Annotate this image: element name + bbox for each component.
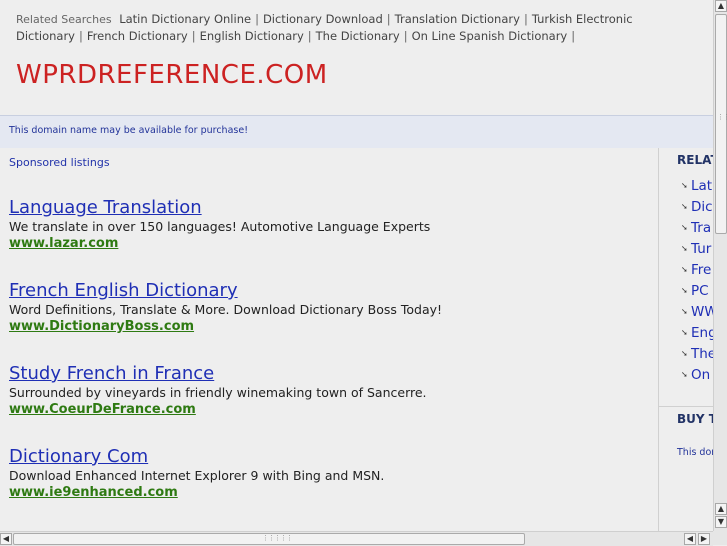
arrow-icon: ➘ — [681, 223, 688, 232]
sidebar-item[interactable]: ➘ Fre — [681, 262, 714, 283]
listing-title[interactable]: French English Dictionary — [9, 280, 649, 301]
arrow-icon: ➘ — [681, 286, 688, 295]
sidebar-list: ➘Lati ➘Dic ➘Tra ➘Tur ➘Fre ➘PC ➘WW ➘Eng ➘… — [681, 178, 714, 388]
sidebar-item[interactable]: ➘Eng — [681, 325, 714, 346]
vertical-scroll-thumb[interactable]: ⋮⋮ — [715, 14, 727, 234]
related-link-dictionary-download[interactable]: Dictionary Download — [263, 12, 383, 26]
sidebar-item[interactable]: ➘ PC — [681, 283, 714, 304]
listing-description: Surrounded by vineyards in friendly wine… — [9, 385, 427, 400]
sidebar-item-label: The — [691, 346, 714, 362]
listing: Study French in France Surrounded by vin… — [9, 363, 649, 417]
listing-url[interactable]: www.CoeurDeFrance.com — [9, 402, 649, 417]
listing-description: Download Enhanced Internet Explorer 9 wi… — [9, 468, 385, 483]
sidebar-item-label: Dic — [691, 199, 713, 215]
arrow-icon: ➘ — [681, 244, 688, 253]
sidebar-item-label: Fre — [691, 262, 712, 278]
listing-url[interactable]: www.ie9enhanced.com — [9, 485, 649, 500]
arrow-icon: ➘ — [681, 307, 688, 316]
related-link-translation-dictionary[interactable]: Translation Dictionary — [395, 12, 520, 26]
arrow-icon: ➘ — [681, 370, 688, 379]
listing: Language Translation We translate in ove… — [9, 197, 649, 251]
separator: | — [523, 12, 528, 26]
vertical-scrollbar[interactable]: ▲ ⋮⋮ ▲ ▼ — [713, 0, 727, 531]
sidebar-divider — [659, 406, 714, 407]
arrow-icon: ➘ — [681, 328, 688, 337]
related-link-latin-dictionary-online[interactable]: Latin Dictionary Online — [119, 12, 251, 26]
separator: | — [191, 29, 196, 43]
sidebar-item-label: PC — [691, 283, 709, 299]
arrow-icon: ➘ — [681, 202, 688, 211]
sidebar-item[interactable]: ➘ Lati — [681, 178, 714, 199]
scroll-left-icon[interactable]: ◀ — [684, 533, 696, 545]
domain-notice-text[interactable]: This domain name may be available for pu… — [9, 125, 248, 136]
buy-heading: BUY T — [677, 412, 714, 426]
separator: | — [386, 12, 391, 26]
separator: | — [255, 12, 259, 26]
separator: | — [307, 29, 312, 43]
horizontal-scroll-thumb[interactable]: ⋮⋮⋮⋮⋮ — [13, 533, 525, 545]
scroll-left-icon[interactable]: ◀ — [0, 533, 12, 545]
grip-icon: ⋮⋮⋮⋮⋮ — [262, 534, 293, 542]
listing-title[interactable]: Dictionary Com — [9, 446, 649, 467]
related-link-the-dictionary[interactable]: The Dictionary — [316, 29, 400, 43]
sidebar-item[interactable]: ➘ The — [681, 346, 714, 367]
scroll-up-icon[interactable]: ▲ — [715, 0, 727, 12]
listing-description: We translate in over 150 languages! Auto… — [9, 219, 431, 234]
sponsored-listings-label: Sponsored listings — [9, 156, 110, 169]
sidebar-item[interactable]: ➘ Dic — [681, 199, 714, 220]
sidebar-item-label: On — [691, 367, 711, 383]
listing-description: Word Definitions, Translate & More. Down… — [9, 302, 443, 317]
separator: | — [78, 29, 83, 43]
listing-url[interactable]: www.DictionaryBoss.com — [9, 319, 649, 334]
listing: Dictionary Com Download Enhanced Interne… — [9, 446, 649, 500]
scroll-right-icon[interactable]: ▶ — [698, 533, 710, 545]
arrow-icon: ➘ — [681, 265, 688, 274]
sidebar-item[interactable]: ➘ Tra — [681, 220, 714, 241]
site-title: WPRDREFERENCE.COM — [16, 60, 328, 90]
listing: French English Dictionary Word Definitio… — [9, 280, 649, 334]
sidebar-item-label: Lati — [691, 178, 714, 194]
related-link-english-dictionary[interactable]: English Dictionary — [200, 29, 304, 43]
scroll-down-icon[interactable]: ▼ — [715, 516, 727, 528]
sidebar-item-label: Tra — [691, 220, 712, 236]
arrow-icon: ➘ — [681, 181, 688, 190]
domain-notice-bar: This domain name may be available for pu… — [0, 115, 713, 148]
related-searches-label: Related Searches — [16, 13, 112, 26]
sidebar-item-label: Tur — [691, 241, 712, 257]
sidebar-item-label: WW — [691, 304, 714, 320]
scroll-corner — [713, 531, 727, 545]
sidebar-item[interactable]: ➘ On — [681, 367, 714, 388]
related-sidebar: RELAT ➘Lati ➘Dic ➘Tra ➘Tur ➘Fre ➘PC ➘WW … — [658, 148, 714, 531]
listing-title[interactable]: Study French in France — [9, 363, 649, 384]
related-link-online-spanish-dictionary[interactable]: On Line Spanish Dictionary — [412, 29, 568, 43]
horizontal-scrollbar[interactable]: ◀ ⋮⋮⋮⋮⋮ ◀ ▶ — [0, 531, 713, 546]
sidebar-item[interactable]: ➘WW — [681, 304, 714, 325]
related-searches-bar: Related Searches Latin Dictionary Online… — [16, 11, 716, 45]
buy-text: This dor — [677, 447, 714, 458]
separator: | — [571, 29, 576, 43]
related-link-french-dictionary[interactable]: French Dictionary — [87, 29, 188, 43]
arrow-icon: ➘ — [681, 349, 688, 358]
listing-title[interactable]: Language Translation — [9, 197, 649, 218]
sidebar-item[interactable]: ➘ Tur — [681, 241, 714, 262]
scroll-up-icon[interactable]: ▲ — [715, 503, 727, 515]
separator: | — [403, 29, 408, 43]
grip-icon: ⋮⋮ — [717, 113, 727, 121]
sidebar-item-label: Eng — [691, 325, 714, 341]
sidebar-heading: RELAT — [677, 153, 714, 167]
listing-url[interactable]: www.lazar.com — [9, 236, 649, 251]
